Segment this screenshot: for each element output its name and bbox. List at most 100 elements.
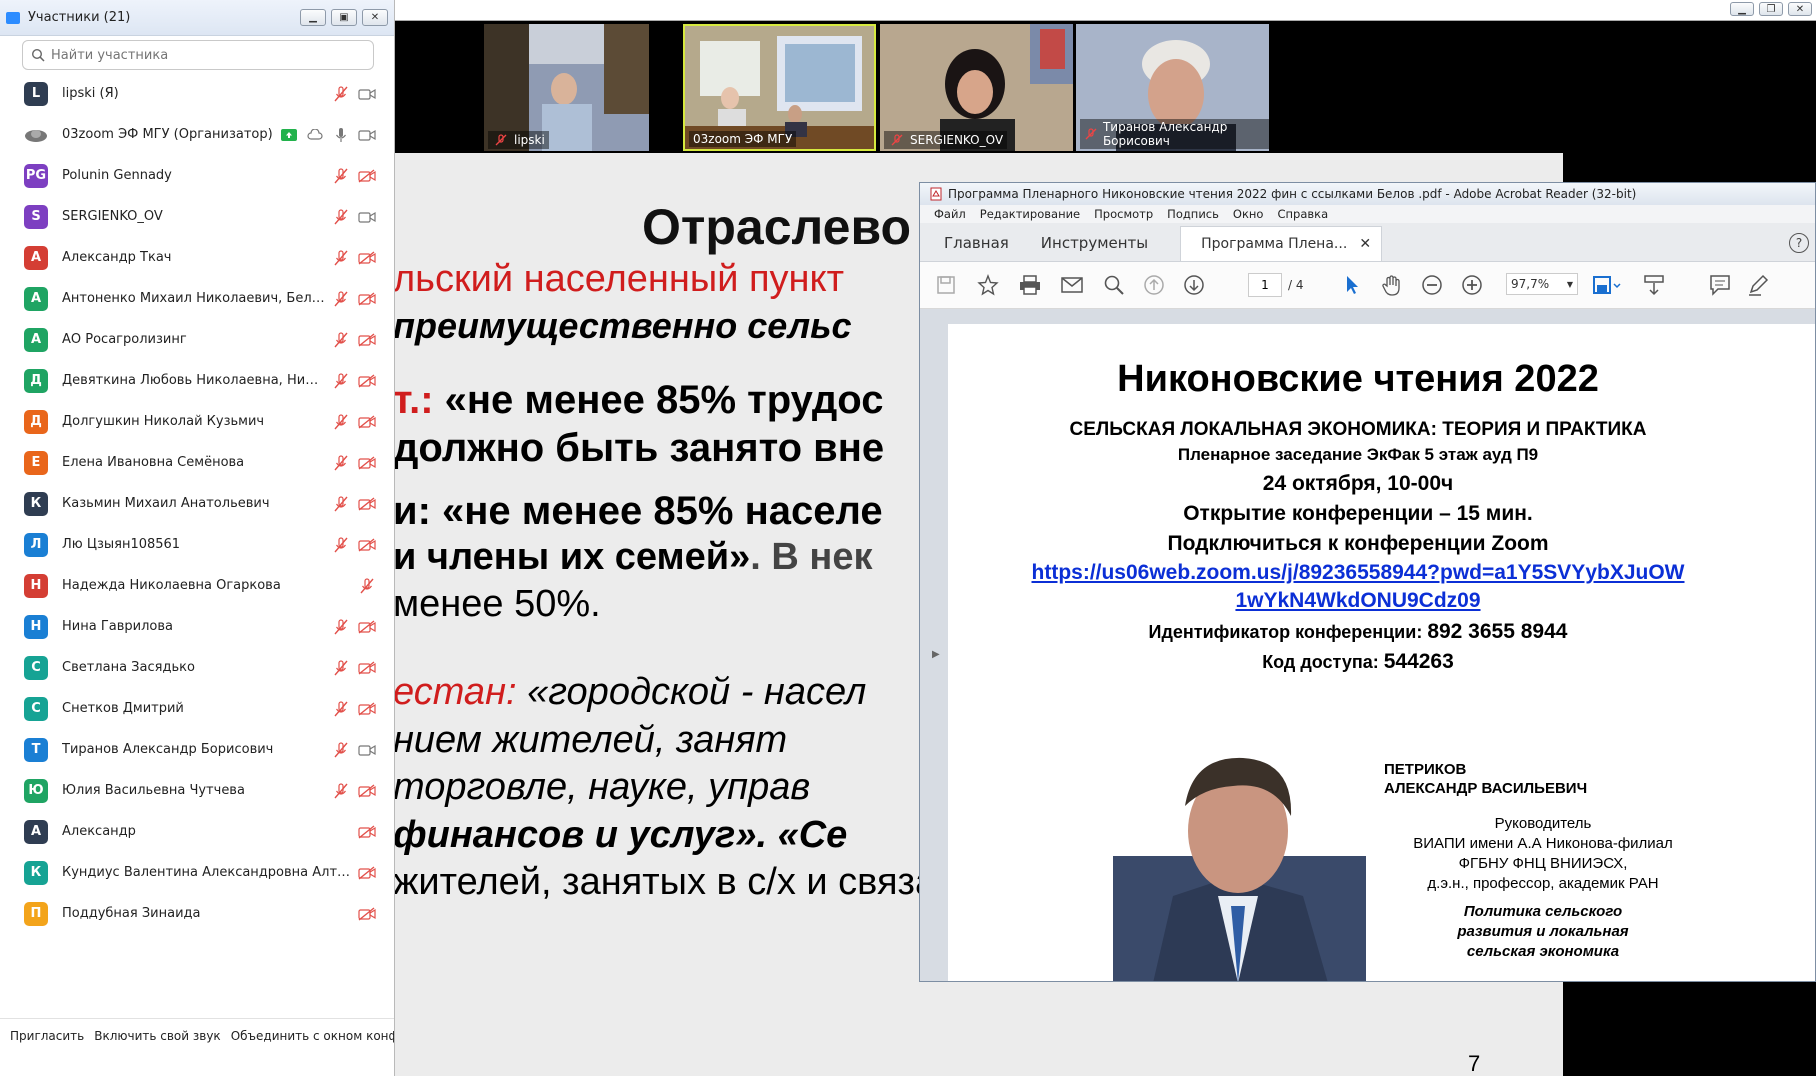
participant-row[interactable]: Ю Юлия Васильевна Чутчева [0,770,394,811]
participant-row[interactable]: Llipski (Я) [0,73,394,114]
tile-name: SERGIENKO_OV [910,133,1004,147]
comment-icon[interactable] [1708,273,1732,297]
meeting-restore-button[interactable]: ❐ [1759,2,1783,16]
mic-muted-icon[interactable] [332,782,350,799]
zoom-link-line2[interactable]: 1wYkN4WkdONU9Cdz09 [948,589,1768,613]
zoom-link-line1[interactable]: https://us06web.zoom.us/j/89236558944?pw… [948,561,1768,585]
save-icon[interactable] [934,273,958,297]
meeting-minimize-button[interactable]: ▁ [1730,2,1754,16]
video-off-icon [358,865,376,881]
fit-page-icon[interactable] [1590,273,1626,297]
acrobat-title: Программа Пленарного Никоновские чтения … [948,187,1637,201]
acrobat-menu-item[interactable]: Файл [934,207,966,221]
acrobat-menu-item[interactable]: Справка [1277,207,1328,221]
video-off-icon [358,906,376,922]
acrobat-menu-item[interactable]: Окно [1233,207,1264,221]
video-tile[interactable]: Тиранов Александр Борисович [1076,24,1269,151]
participant-row[interactable]: К Казьмин Михаил Анатольевич [0,483,394,524]
video-tile[interactable]: lipski [484,24,649,151]
expand-panel-arrow-icon[interactable]: ▶ [932,649,940,660]
bookmark-star-icon[interactable] [976,273,1000,297]
search-zoom-icon[interactable] [1102,273,1126,297]
slide-text-line: менее 50%. [395,583,601,626]
participant-row[interactable]: А Антоненко Михаил Николаевич, Беларусь .… [0,278,394,319]
merge-window-button[interactable]: Объединить с окном конфере [231,1029,394,1043]
participant-row[interactable]: Т Тиранов Александр Борисович [0,729,394,770]
hand-tool-icon[interactable] [1380,273,1404,297]
page-navigator: / 4 [1248,273,1304,297]
mic-muted-icon[interactable] [332,618,350,635]
mic-icon[interactable] [332,127,350,143]
mic-muted-icon[interactable] [332,331,350,348]
slide-text-line: торговле, науке, управ [395,766,810,809]
participant-row[interactable]: П Поддубная Зинаида [0,893,394,934]
tab-document[interactable]: Программа Плена... ✕ [1180,226,1383,261]
video-off-icon [358,496,376,512]
participant-row[interactable]: PG Polunin Gennady [0,155,394,196]
mic-muted-icon[interactable] [332,372,350,389]
zoom-level-select[interactable]: 97,7% ▼ [1506,273,1578,295]
select-cursor-icon[interactable] [1340,273,1364,297]
acrobat-menu-item[interactable]: Подпись [1167,207,1219,221]
close-button[interactable]: ✕ [362,9,388,26]
participant-row[interactable]: А Александр Ткач [0,237,394,278]
mic-muted-icon[interactable] [332,290,350,307]
doc-subheading: СЕЛЬСКАЯ ЛОКАЛЬНАЯ ЭКОНОМИКА: ТЕОРИЯ И П… [1069,419,1647,440]
search-input[interactable] [49,46,365,64]
slide-title: Отраслево [642,199,912,255]
participant-row[interactable]: А Александр [0,811,394,852]
print-icon[interactable] [1018,273,1042,297]
email-icon[interactable] [1060,273,1084,297]
highlight-pen-icon[interactable] [1746,273,1770,297]
participant-row[interactable]: С Снетков Дмитрий [0,688,394,729]
invite-button[interactable]: Пригласить [10,1029,84,1043]
participant-row[interactable]: Н Нина Гаврилова [0,606,394,647]
mic-muted-icon[interactable] [332,249,350,266]
mic-muted-icon[interactable] [332,85,350,102]
help-icon[interactable]: ? [1789,233,1809,253]
participant-row[interactable]: К Кундиус Валентина Александровна Алтайск… [0,852,394,893]
mic-muted-icon[interactable] [332,741,350,758]
participant-row[interactable]: С Светлана Засядько [0,647,394,688]
mic-muted-icon[interactable] [332,167,350,184]
participant-search[interactable] [22,40,374,70]
next-page-icon[interactable] [1182,273,1206,297]
previous-page-icon[interactable] [1142,273,1166,297]
tile-name: lipski [514,133,545,147]
minimize-button[interactable]: ▁ [300,9,326,26]
participant-row[interactable]: Н Надежда Николаевна Огаркова [0,565,394,606]
tab-home[interactable]: Главная [928,234,1025,261]
participant-avatar: Н [24,614,48,639]
scroll-mode-icon[interactable] [1642,273,1666,297]
acrobat-menu-item[interactable]: Редактирование [980,207,1080,221]
video-strip: ▁ ❐ ✕ lipski 03zoom ЭФ МГУ SERGIENKO_OV … [395,0,1816,152]
document-area[interactable]: ▶ Никоновские чтения 2022 СЕЛЬСКАЯ ЛОКАЛ… [920,324,1815,981]
mic-muted-icon[interactable] [332,536,350,553]
mic-muted-icon[interactable] [332,208,350,225]
video-tile-active-speaker[interactable]: 03zoom ЭФ МГУ [683,24,876,151]
participant-row[interactable]: А АО Росагролизинг [0,319,394,360]
mic-muted-icon[interactable] [332,495,350,512]
page-number-input[interactable] [1248,273,1282,297]
close-tab-icon[interactable]: ✕ [1359,236,1371,252]
participant-row[interactable]: Д Долгушкин Николай Кузьмич [0,401,394,442]
mic-muted-icon[interactable] [332,413,350,430]
maximize-button[interactable]: ▣ [331,9,357,26]
participant-row[interactable]: Д Девяткина Любовь Николаевна, Нижегор... [0,360,394,401]
tab-tools[interactable]: Инструменты [1025,234,1164,261]
zoom-in-icon[interactable] [1460,273,1484,297]
acrobat-menu-item[interactable]: Просмотр [1094,207,1153,221]
participant-avatar: Л [24,532,48,557]
mic-muted-icon[interactable] [332,700,350,717]
mic-muted-icon[interactable] [332,659,350,676]
mic-muted-icon[interactable] [332,454,350,471]
unmute-self-button[interactable]: Включить свой звук [94,1029,220,1043]
participant-row[interactable]: S SERGIENKO_OV [0,196,394,237]
mic-muted-icon[interactable] [358,577,376,594]
participant-row[interactable]: Л Лю Цзыян108561 [0,524,394,565]
participant-row[interactable]: Е Елена Ивановна Семёнова [0,442,394,483]
participant-row[interactable]: 03zoom ЭФ МГУ (Организатор) [0,114,394,155]
video-tile[interactable]: SERGIENKO_OV [880,24,1073,151]
meeting-close-button[interactable]: ✕ [1788,2,1812,16]
zoom-out-icon[interactable] [1420,273,1444,297]
